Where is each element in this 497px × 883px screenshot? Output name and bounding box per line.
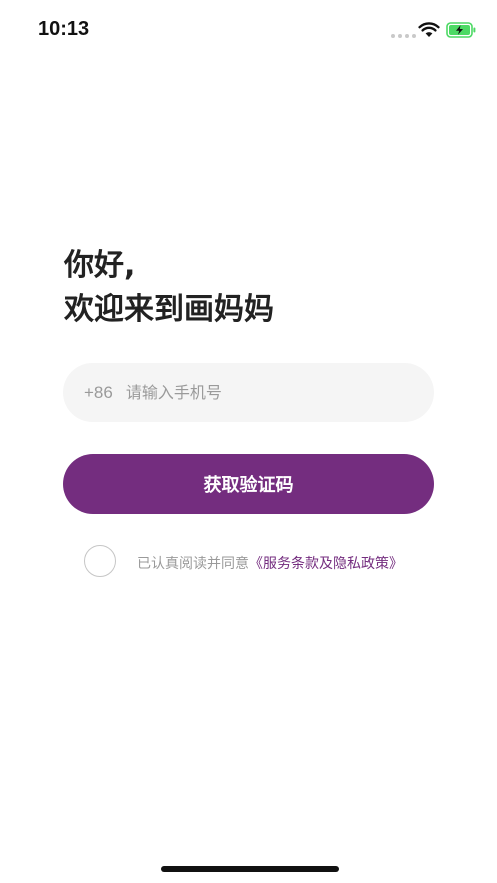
login-screen: 10:13 你好, 欢迎来到画妈妈 +86 获取验证码 已认真阅读并同意《服务条… bbox=[0, 0, 497, 883]
agreement-prefix: 已认真阅读并同意 bbox=[137, 556, 249, 572]
agreement-checkbox[interactable] bbox=[84, 545, 116, 577]
agreement-text: 已认真阅读并同意《服务条款及隐私政策》 bbox=[137, 553, 403, 573]
get-verification-code-button[interactable]: 获取验证码 bbox=[63, 454, 434, 514]
home-indicator[interactable] bbox=[161, 866, 339, 872]
wifi-icon bbox=[418, 22, 440, 37]
battery-charging-icon bbox=[446, 22, 476, 38]
country-code[interactable]: +86 bbox=[84, 383, 113, 403]
status-bar: 10:13 bbox=[0, 0, 497, 60]
greeting-line-1: 你好, bbox=[64, 248, 136, 283]
greeting-line-2: 欢迎来到画妈妈 bbox=[64, 292, 274, 327]
status-time: 10:13 bbox=[38, 18, 90, 40]
phone-field[interactable]: +86 bbox=[63, 363, 434, 422]
cellular-signal-icon bbox=[391, 34, 416, 38]
welcome-heading: 你好, 欢迎来到画妈妈 bbox=[64, 244, 274, 332]
phone-input[interactable] bbox=[125, 383, 386, 402]
terms-privacy-link[interactable]: 《服务条款及隐私政策》 bbox=[249, 556, 403, 572]
